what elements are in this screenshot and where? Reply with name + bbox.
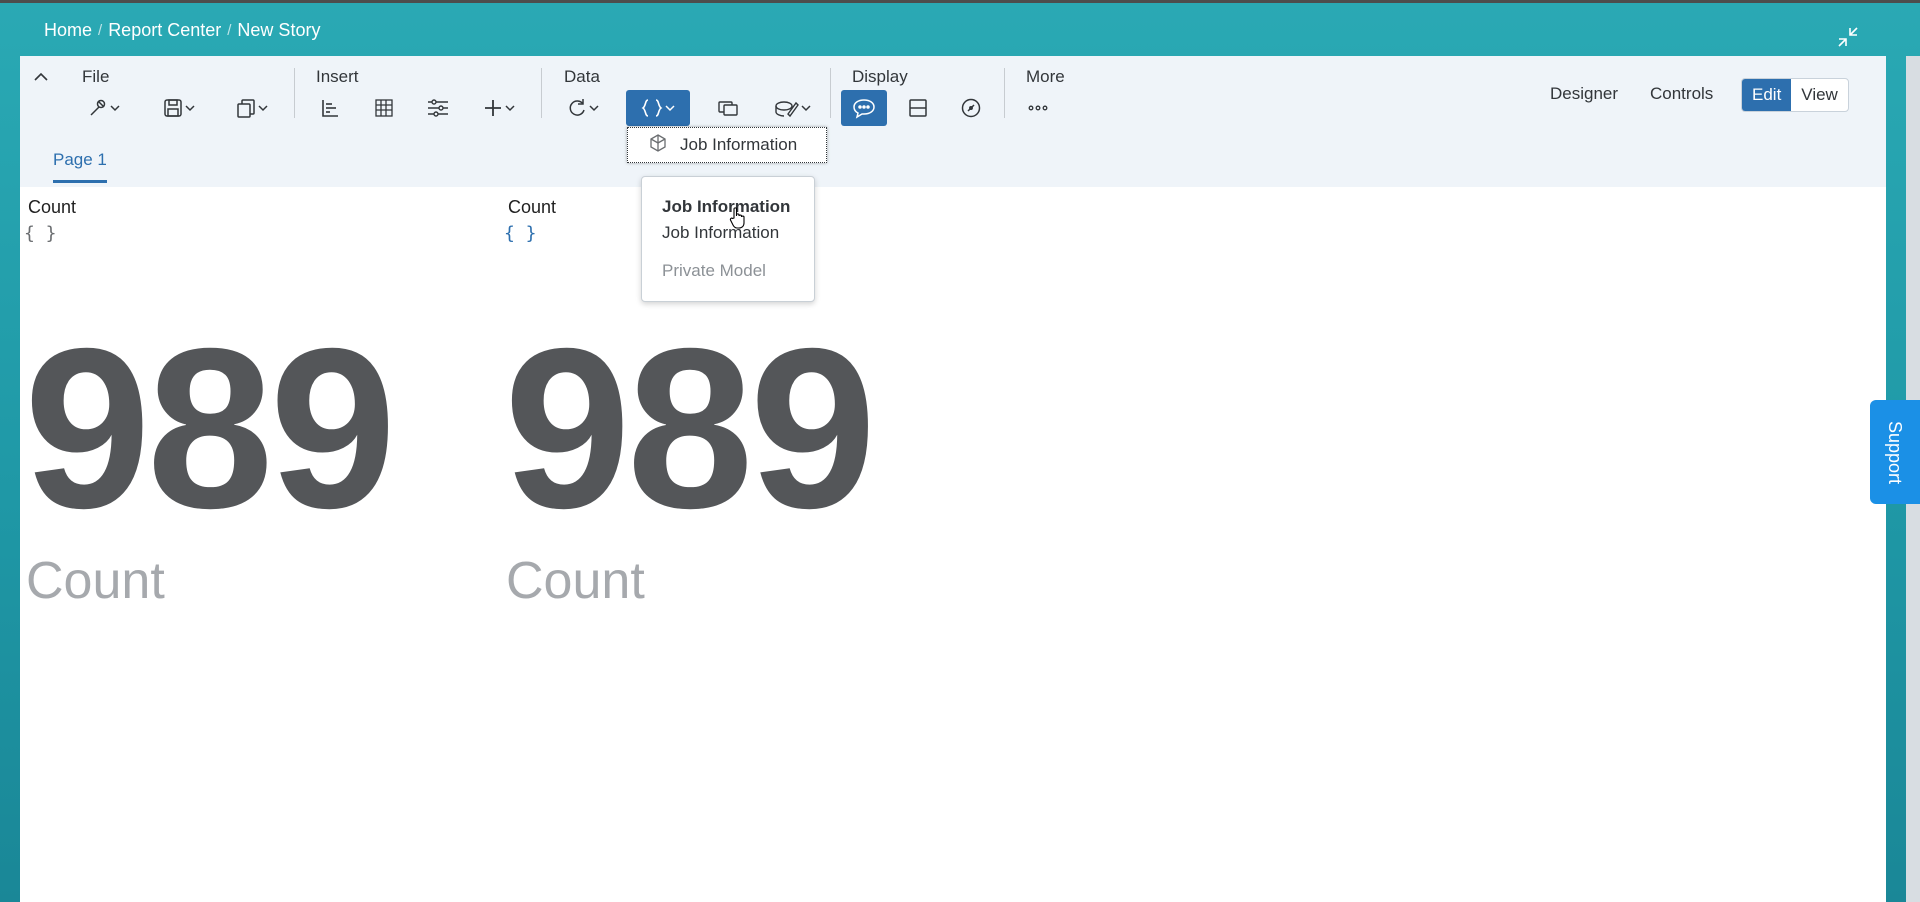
- edit-prompts-icon: [774, 97, 800, 119]
- tile-title: Count: [28, 197, 77, 217]
- add-menu-button[interactable]: [476, 90, 522, 126]
- more-group-label: More: [1026, 67, 1065, 86]
- support-label: Support: [1885, 420, 1906, 484]
- save-menu-button[interactable]: [155, 90, 203, 126]
- chevron-down-icon: [257, 102, 269, 114]
- designer-button[interactable]: Designer: [1550, 84, 1618, 104]
- view-mode-button[interactable]: View: [1791, 79, 1848, 111]
- toolbar-divider: [541, 68, 542, 118]
- layout-button[interactable]: [900, 90, 936, 126]
- display-group-label: Display: [852, 67, 908, 86]
- chevron-up-icon[interactable]: [32, 68, 50, 86]
- insert-group-label: Insert: [316, 67, 359, 86]
- model-icon: [648, 133, 668, 158]
- linked-analysis-button[interactable]: [708, 90, 748, 126]
- data-group-label: Data: [564, 67, 600, 86]
- chevron-down-icon: [664, 102, 676, 114]
- copy-menu-button[interactable]: [228, 90, 276, 126]
- tools-menu-button[interactable]: [80, 90, 128, 126]
- refresh-menu-button[interactable]: [560, 90, 606, 126]
- toolbar-divider: [294, 68, 295, 118]
- table-icon: [373, 97, 395, 119]
- breadcrumb-separator: /: [98, 22, 103, 39]
- shell-header: Home / Report Center / New Story: [0, 0, 1920, 56]
- kpi-value: 989: [504, 302, 876, 556]
- tooltip-subtitle: Job Information: [662, 223, 780, 242]
- insert-table-button[interactable]: [366, 90, 402, 126]
- breadcrumb-report-center[interactable]: Report Center: [108, 20, 221, 41]
- formula-braces-icon[interactable]: { }: [24, 223, 57, 244]
- file-group-label: File: [82, 67, 110, 86]
- chevron-down-icon: [800, 102, 812, 114]
- chevron-down-icon: [109, 102, 121, 114]
- chevron-down-icon: [184, 102, 196, 114]
- layout-icon: [907, 97, 929, 119]
- edit-view-toggle: Edit View: [1741, 78, 1849, 112]
- numeric-point-tile[interactable]: Count { } 989 Count: [20, 187, 500, 687]
- tooltip-title: Job Information: [662, 197, 791, 216]
- save-icon: [162, 97, 184, 119]
- model-tooltip: Job Information Job Information Private …: [641, 176, 815, 302]
- input-control-icon: [426, 97, 450, 119]
- tooltip-model-type: Private Model: [662, 261, 766, 280]
- breadcrumb-new-story[interactable]: New Story: [237, 20, 320, 41]
- support-button[interactable]: Support: [1870, 400, 1920, 504]
- formula-menu-button[interactable]: [626, 90, 690, 126]
- edit-prompts-menu-button[interactable]: [765, 90, 821, 126]
- breadcrumb: Home / Report Center / New Story: [44, 20, 320, 41]
- tile-title: Count: [508, 197, 557, 217]
- more-button[interactable]: [1020, 90, 1056, 126]
- dropdown-item-label: Job Information: [680, 135, 798, 154]
- story-editor: File Insert Data Display More Designer C…: [20, 56, 1886, 902]
- insert-input-control-button[interactable]: [420, 90, 456, 126]
- comment-icon: [852, 97, 876, 119]
- breadcrumb-separator: /: [227, 22, 232, 39]
- breadcrumb-home[interactable]: Home: [44, 20, 92, 41]
- kpi-label: Count: [26, 552, 165, 610]
- hand-cursor-icon: [729, 206, 747, 230]
- kpi-label: Count: [506, 552, 645, 610]
- linked-analysis-icon: [717, 97, 739, 119]
- chevron-down-icon: [588, 102, 600, 114]
- copy-icon: [235, 97, 257, 119]
- performance-button[interactable]: [953, 90, 989, 126]
- chevron-down-icon: [504, 102, 516, 114]
- exit-fullscreen-icon[interactable]: [1836, 25, 1860, 49]
- toolbar-divider: [1004, 68, 1005, 118]
- tab-page-1[interactable]: Page 1: [53, 150, 107, 183]
- performance-icon: [960, 97, 982, 119]
- dropdown-item-job-information[interactable]: Job Information: [627, 127, 827, 163]
- kpi-value: 989: [24, 302, 396, 556]
- insert-chart-button[interactable]: [312, 90, 348, 126]
- formula-braces-icon[interactable]: { }: [504, 223, 537, 244]
- wrench-icon: [87, 97, 109, 119]
- controls-button[interactable]: Controls: [1650, 84, 1713, 104]
- edit-mode-button[interactable]: Edit: [1742, 79, 1792, 111]
- more-ellipsis-icon: [1027, 97, 1049, 119]
- refresh-icon: [566, 97, 588, 119]
- plus-icon: [482, 97, 504, 119]
- comment-toggle-button[interactable]: [841, 90, 887, 126]
- toolbar-divider: [830, 68, 831, 118]
- formula-braces-icon: [640, 97, 664, 119]
- bar-chart-icon: [319, 97, 341, 119]
- story-toolbar: File Insert Data Display More Designer C…: [20, 56, 1886, 187]
